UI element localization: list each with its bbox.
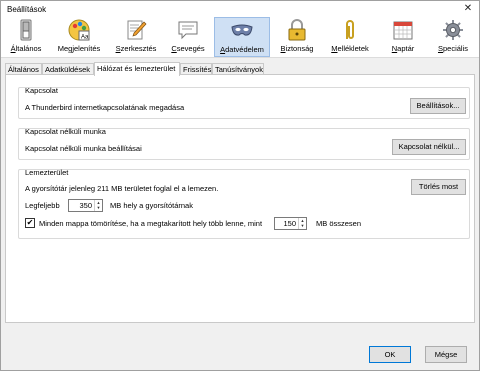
connection-group: Kapcsolat A Thunderbird internetkapcsola… [18,86,470,119]
pane-general[interactable]: Általános [3,17,49,57]
stepper-arrows-icon[interactable]: ▲ ▼ [298,218,306,229]
cancel-button[interactable]: Mégse [425,346,467,363]
pane-display[interactable]: Aa Megjelenítés [51,17,107,57]
palette-icon: Aa [68,19,90,41]
offline-group: Kapcsolat nélküli munka Kapcsolat nélkül… [18,127,470,160]
cache-usage-text: A gyorsítótár jelenleg 211 MB területet … [25,184,219,193]
pane-composition-rest: zerkesztés [120,44,157,53]
offline-settings-button[interactable]: Kapcsolat nélkül... [392,139,466,155]
network-disk-panel: Kapcsolat A Thunderbird internetkapcsola… [5,74,475,323]
pane-privacy-rest: datvédelem [225,45,264,54]
offline-description: Kapcsolat nélküli munka beállításai [25,144,142,153]
compact-threshold-value: 150 [283,219,296,228]
pane-chat[interactable]: Csevegés [166,17,210,57]
pane-composition[interactable]: Szerkesztés [111,17,161,57]
window-title: Beállítások [7,5,47,14]
compact-folders-checkbox[interactable]: ✔ [25,218,35,228]
pane-privacy[interactable]: Adatvédelem [214,17,270,57]
pane-attachments[interactable]: Mellékletek [324,17,376,57]
connection-description: A Thunderbird internetkapcsolatának mega… [25,103,185,112]
pane-general-rest: ltalános [15,44,42,53]
pane-calendar-rest: aptár [397,44,415,53]
compact-folders-label: Minden mappa tömörítése, ha a megtakarít… [39,219,263,228]
disk-group-title: Lemezterület [25,168,69,177]
pane-calendar[interactable]: Naptár [381,17,425,57]
pane-advanced[interactable]: Speciális [429,17,477,57]
cache-max-suffix: MB hely a gyorsítótárnak [110,201,193,210]
mask-icon [231,24,253,36]
disk-space-group: Lemezterület A gyorsítótár jelenleg 211 … [18,168,470,239]
compact-threshold-stepper[interactable]: 150 ▲ ▼ [274,217,307,230]
ok-button[interactable]: OK [369,346,411,363]
gear-icon [443,20,463,40]
calendar-icon [393,21,413,40]
pane-chat-rest: sevegés [176,44,205,53]
preferences-window: Beállítások ✕ Általános Aa Megjelenítés [0,0,480,371]
title-bar: Beállítások ✕ [1,1,479,17]
stepper-arrows-icon[interactable]: ▲ ▼ [94,200,102,211]
connection-settings-button[interactable]: Beállítások... [410,98,466,114]
svg-text:Aa: Aa [81,35,89,41]
close-icon[interactable]: ✕ [461,2,475,15]
chat-icon [178,21,198,40]
paperclip-icon [346,20,354,39]
pane-security[interactable]: Biztonság [275,17,319,57]
cache-size-value: 350 [79,201,92,210]
offline-group-title: Kapcsolat nélküli munka [25,127,106,136]
compact-threshold-suffix: MB összesen [316,219,362,228]
pane-security-rest: iztonság [285,44,314,53]
tab-network-disk[interactable]: Hálózat és lemezterület [94,62,180,76]
pane-attachments-rest: ellékletek [337,44,369,53]
pane-display-rest: jelenítés [72,44,101,53]
switch-icon [20,19,32,41]
cache-max-label: Legfeljebb [25,201,60,210]
lock-icon [288,19,306,41]
prefs-toolbar: Általános Aa Megjelenítés Szerkesztés Cs… [1,17,479,58]
cache-size-stepper[interactable]: 350 ▲ ▼ [68,199,103,212]
clear-cache-button[interactable]: Törlés most [411,179,466,195]
pane-display-prefix: Me [57,44,69,53]
pen-icon [127,20,147,40]
connection-group-title: Kapcsolat [25,86,58,95]
pane-advanced-rest: peciális [443,44,469,53]
